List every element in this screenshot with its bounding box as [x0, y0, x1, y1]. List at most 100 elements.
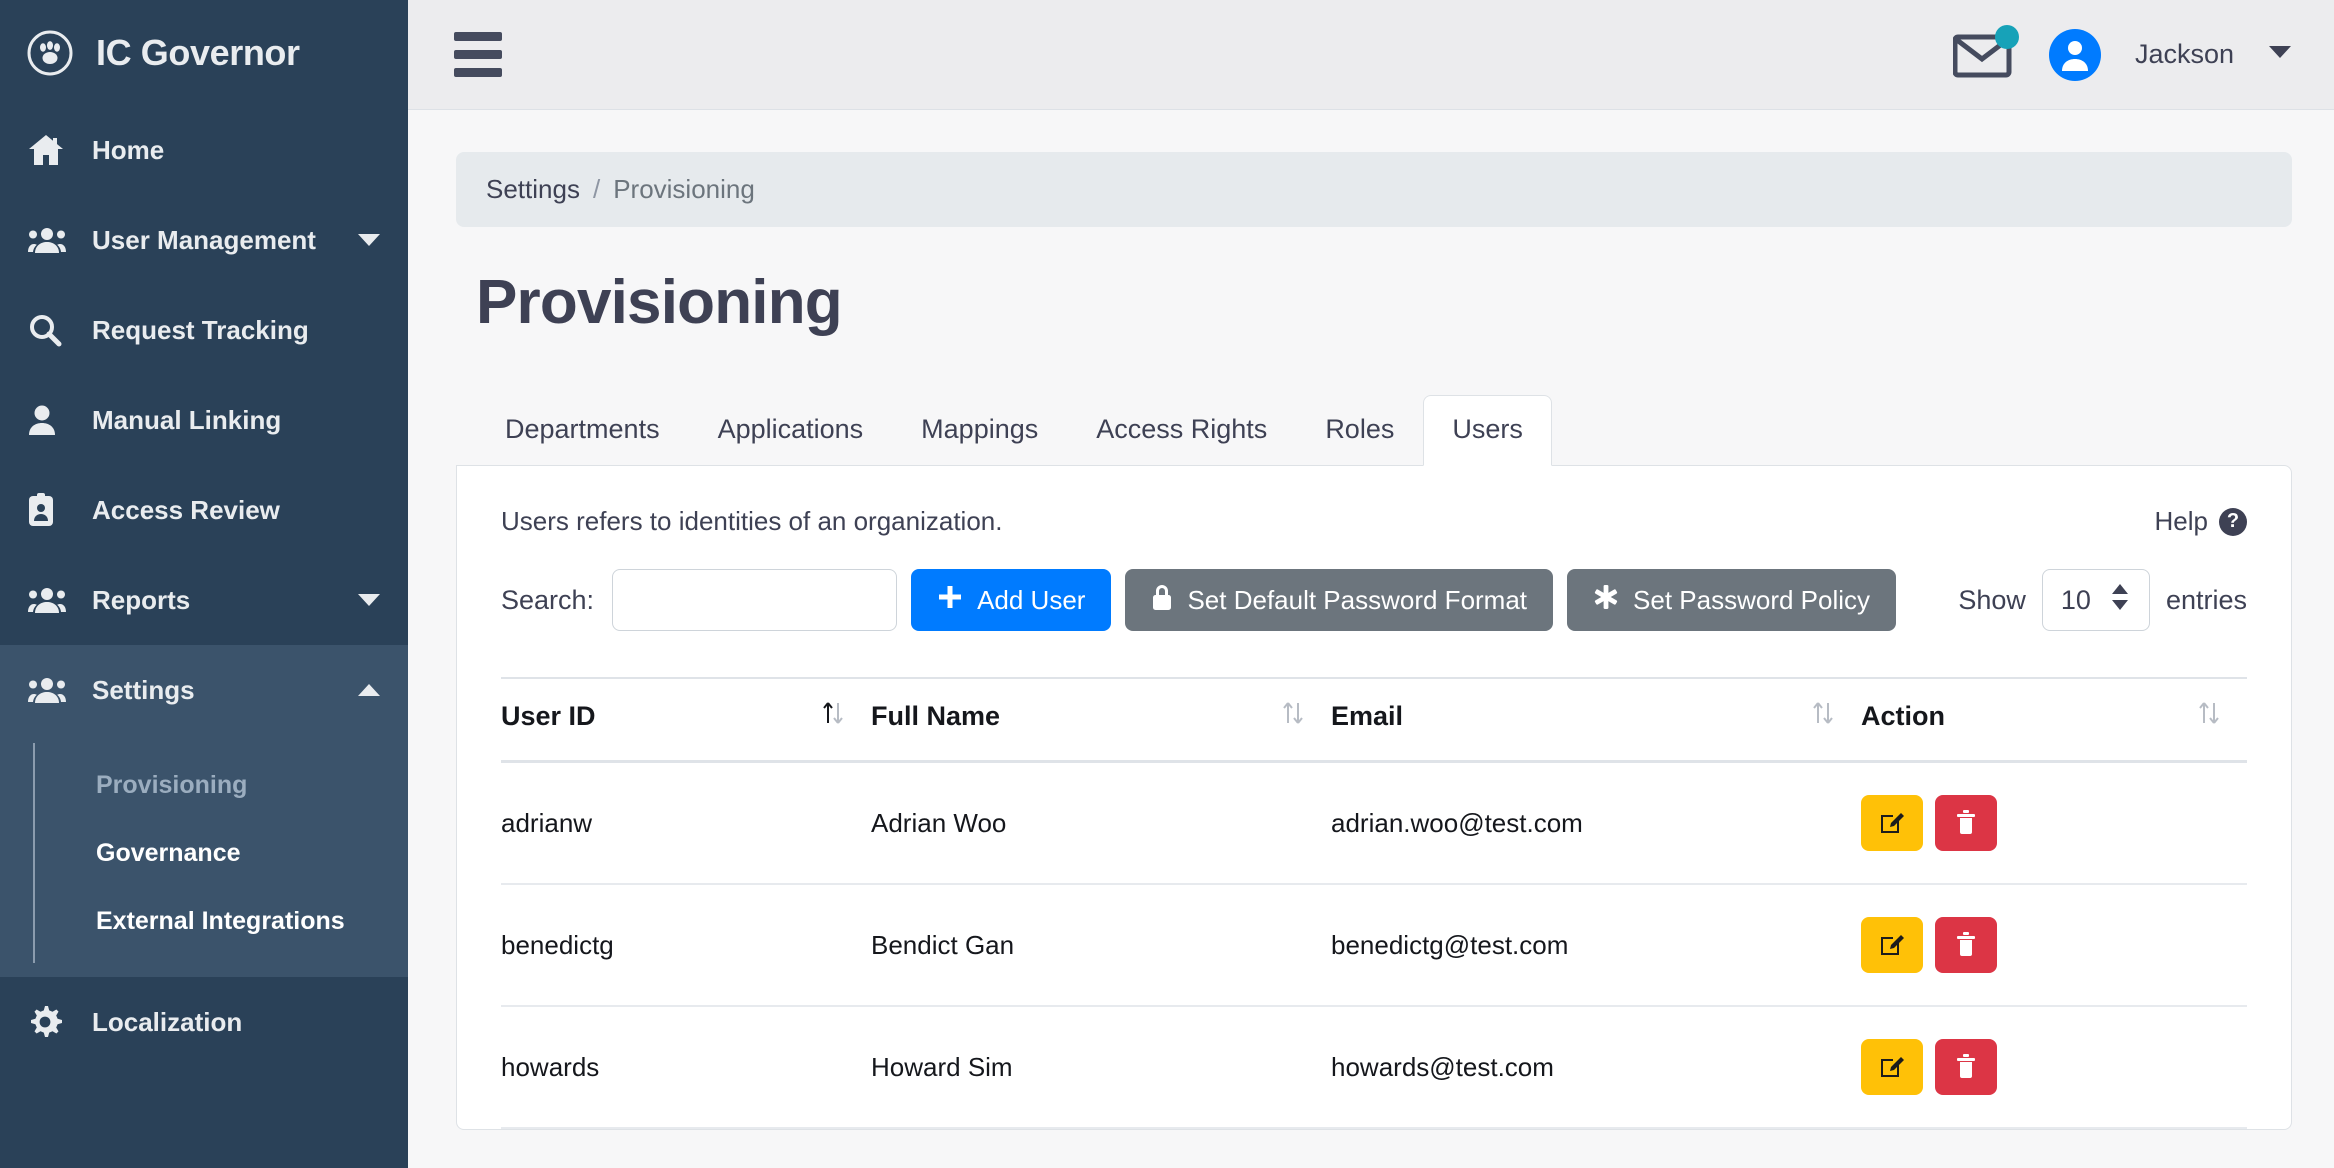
trash-icon	[1955, 931, 1977, 960]
tab-mappings[interactable]: Mappings	[892, 395, 1067, 466]
updown-stepper-icon[interactable]	[2109, 582, 2131, 619]
sort-updown-icon[interactable]	[1811, 699, 1835, 734]
person-icon	[28, 404, 70, 436]
sidebar: IC Governor Home User Management Request…	[0, 0, 408, 1168]
delete-row-button[interactable]	[1935, 1039, 1997, 1095]
paw-circle-icon	[26, 29, 74, 77]
topbar-right: Jackson	[1952, 24, 2292, 81]
delete-row-button[interactable]	[1935, 917, 1997, 973]
column-header-full-name[interactable]: Full Name	[871, 677, 1331, 763]
hamburger-bar	[454, 32, 502, 41]
page-title: Provisioning	[476, 268, 843, 337]
id-badge-icon	[28, 493, 70, 527]
tab-bar: Departments Applications Mappings Access…	[456, 394, 2292, 466]
entries-label: entries	[2165, 584, 2247, 615]
help-link[interactable]: Help ?	[2155, 506, 2247, 537]
sort-updown-icon[interactable]	[2197, 699, 2221, 734]
table-row: benedictg Bendict Gan benedictg@test.com	[501, 884, 2247, 1007]
pencil-square-icon	[1879, 1053, 1905, 1082]
hamburger-icon[interactable]	[448, 26, 508, 83]
sidebar-item-label: Access Review	[92, 494, 280, 525]
sidebar-subitem-governance[interactable]: Governance	[0, 819, 408, 887]
tab-departments[interactable]: Departments	[476, 395, 689, 466]
cell-user-id: benedictg	[501, 884, 871, 1007]
chevron-down-icon[interactable]	[356, 593, 382, 607]
question-circle-icon: ?	[2219, 507, 2247, 536]
pencil-square-icon	[1879, 809, 1905, 838]
column-header-user-id[interactable]: User ID	[501, 677, 871, 763]
edit-row-button[interactable]	[1861, 795, 1923, 851]
notification-dot	[1994, 24, 2019, 49]
users-table: User ID Full Name Email Action adrianw A…	[501, 677, 2247, 1129]
sidebar-subitem-provisioning[interactable]: Provisioning	[0, 751, 408, 819]
user-name[interactable]: Jackson	[2135, 39, 2234, 70]
breadcrumb-current: Provisioning	[613, 174, 755, 204]
cell-actions	[1861, 761, 2247, 885]
column-header-email[interactable]: Email	[1331, 677, 1861, 763]
sidebar-item-request-tracking[interactable]: Request Tracking	[0, 285, 408, 375]
entries-select[interactable]: 10	[2041, 569, 2150, 631]
users-group-icon	[28, 676, 70, 704]
panel-description: Users refers to identities of an organiz…	[501, 506, 1003, 536]
tab-access-rights[interactable]: Access Rights	[1067, 395, 1296, 466]
column-label: User ID	[501, 701, 596, 731]
sidebar-subitem-external-integrations[interactable]: External Integrations	[0, 887, 408, 955]
sidebar-item-reports[interactable]: Reports	[0, 555, 408, 645]
sidebar-nav: Home User Management Request Tracking Ma…	[0, 105, 408, 1067]
lock-icon	[1151, 583, 1173, 618]
table-header-row: User ID Full Name Email Action	[501, 677, 2247, 763]
cell-email: benedictg@test.com	[1331, 884, 1861, 1007]
table-head: User ID Full Name Email Action	[501, 677, 2247, 763]
page-content: Settings / Provisioning Provisioning Dep…	[408, 110, 2334, 1168]
brand[interactable]: IC Governor	[0, 0, 408, 105]
sidebar-item-label: Settings	[92, 674, 195, 705]
chevron-down-icon[interactable]	[2268, 45, 2292, 64]
pencil-square-icon	[1879, 931, 1905, 960]
trash-icon	[1955, 809, 1977, 838]
column-label: Full Name	[871, 701, 1001, 731]
trash-icon	[1955, 1053, 1977, 1082]
tab-roles[interactable]: Roles	[1296, 395, 1423, 466]
user-avatar-icon[interactable]	[2048, 28, 2101, 81]
sort-updown-icon[interactable]	[1281, 699, 1305, 734]
sidebar-item-access-review[interactable]: Access Review	[0, 465, 408, 555]
set-default-password-format-label: Set Default Password Format	[1187, 584, 1528, 615]
cell-actions	[1861, 884, 2247, 1007]
table-row: howards Howard Sim howards@test.com	[501, 1006, 2247, 1129]
sidebar-item-manual-linking[interactable]: Manual Linking	[0, 375, 408, 465]
cell-full-name: Adrian Woo	[871, 761, 1331, 885]
sidebar-item-localization[interactable]: Localization	[0, 977, 408, 1067]
cell-full-name: Howard Sim	[871, 1006, 1331, 1129]
sidebar-item-label: Home	[92, 134, 165, 165]
panel-toolbar: Search: Add User Set Default Password Fo…	[501, 569, 2247, 631]
sidebar-item-user-management[interactable]: User Management	[0, 195, 408, 285]
sidebar-item-settings[interactable]: Settings	[0, 645, 408, 735]
sort-updown-icon[interactable]	[821, 699, 845, 734]
chevron-down-icon[interactable]	[356, 233, 382, 247]
edit-row-button[interactable]	[1861, 917, 1923, 973]
set-password-policy-button[interactable]: Set Password Policy	[1567, 569, 1897, 631]
show-label: Show	[1958, 584, 2026, 615]
tab-applications[interactable]: Applications	[689, 395, 893, 466]
home-icon	[28, 133, 70, 167]
breadcrumb-parent[interactable]: Settings	[486, 174, 580, 205]
set-default-password-format-button[interactable]: Set Default Password Format	[1125, 569, 1554, 631]
brand-title: IC Governor	[96, 31, 300, 73]
table-row: adrianw Adrian Woo adrian.woo@test.com	[501, 761, 2247, 885]
sidebar-item-home[interactable]: Home	[0, 105, 408, 195]
delete-row-button[interactable]	[1935, 795, 1997, 851]
edit-row-button[interactable]	[1861, 1039, 1923, 1095]
column-header-action[interactable]: Action	[1861, 677, 2247, 763]
gear-icon	[28, 1005, 70, 1039]
search-input[interactable]	[612, 569, 898, 631]
envelope-icon[interactable]	[1952, 24, 2019, 79]
chevron-up-icon[interactable]	[356, 683, 382, 697]
column-label: Email	[1331, 701, 1404, 731]
tab-users[interactable]: Users	[1423, 395, 1552, 466]
asterisk-icon	[1593, 584, 1619, 617]
main-area: Jackson Settings / Provisioning Provisio…	[408, 0, 2334, 1168]
users-group-icon	[28, 586, 70, 614]
add-user-button[interactable]: Add User	[911, 569, 1112, 631]
plus-icon	[937, 584, 963, 617]
cell-actions	[1861, 1006, 2247, 1129]
